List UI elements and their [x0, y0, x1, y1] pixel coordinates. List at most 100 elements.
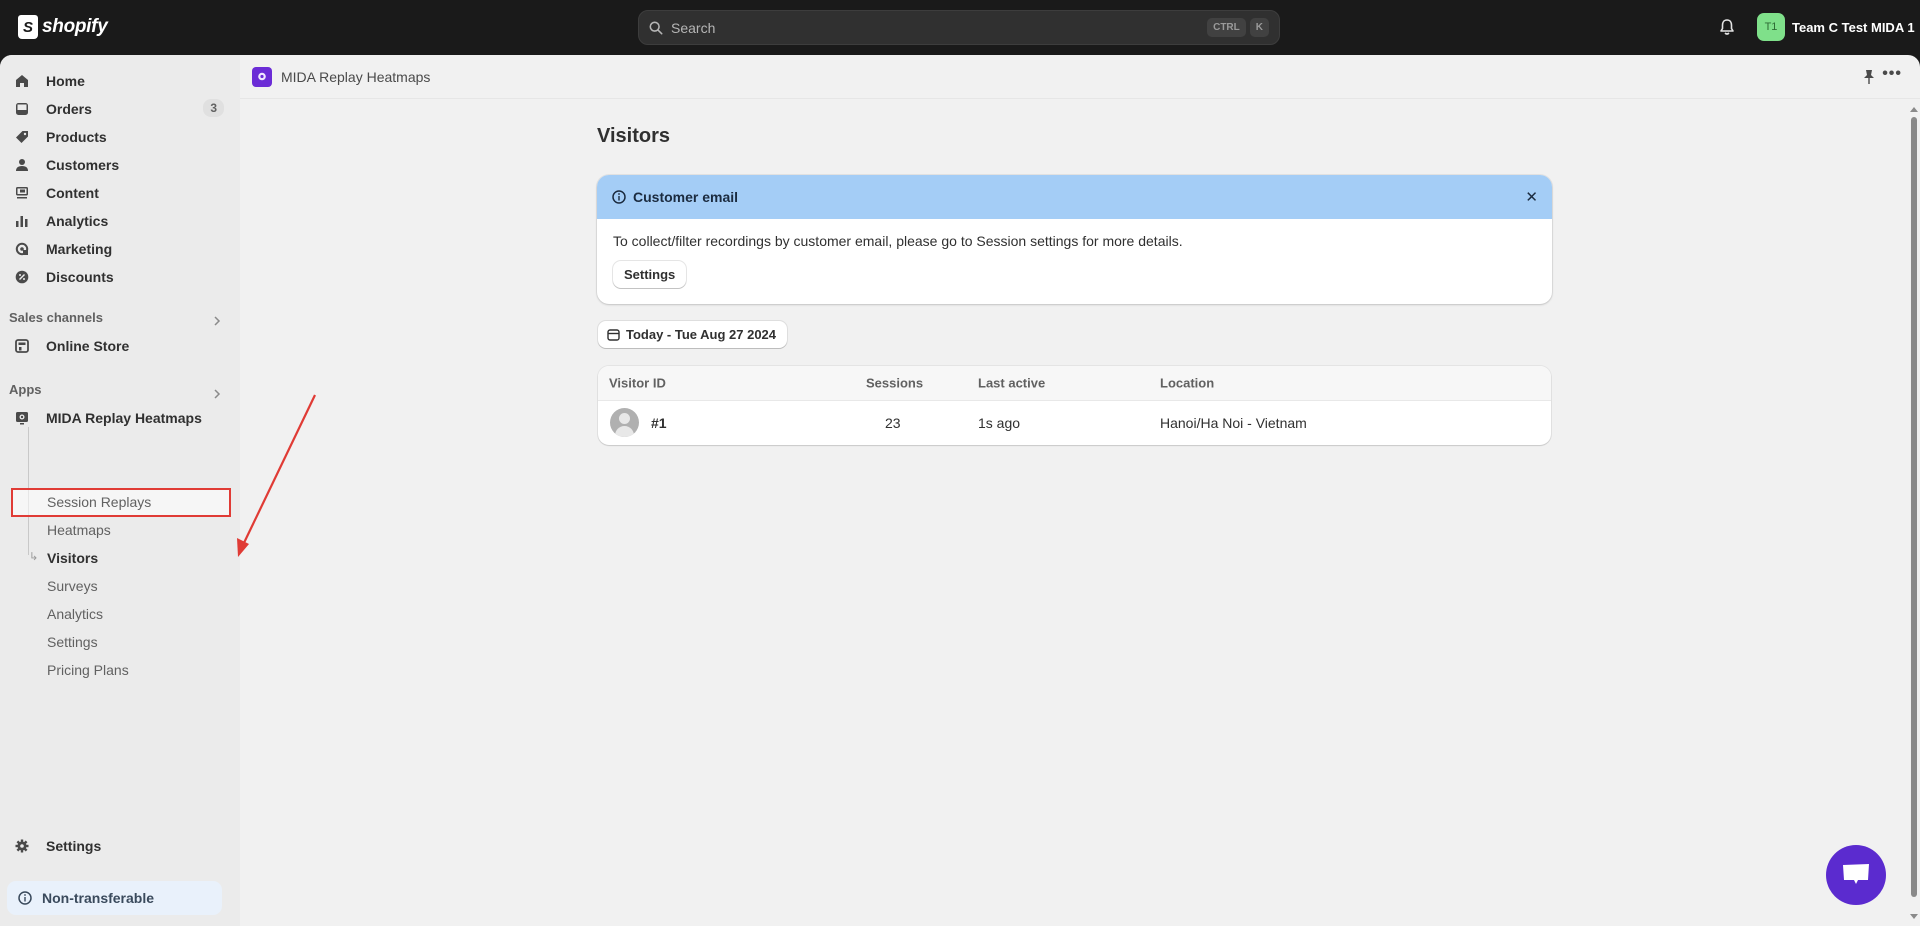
sidebar-item-label: Settings [46, 838, 102, 854]
top-bar: S shopify CTRL K T1 Team C Test MIDA 1 [0, 0, 1920, 55]
sidebar-item-settings[interactable]: Settings [14, 833, 224, 859]
page-scrollbar[interactable] [1910, 107, 1918, 919]
admin-frame: Home Orders 3 Products Customers Content… [0, 55, 1920, 926]
settings-button[interactable]: Settings [613, 261, 687, 288]
visitor-id[interactable]: #1 [651, 415, 667, 431]
sidebar-item-online-store[interactable]: Online Store [14, 333, 224, 359]
apps-heading[interactable]: Apps [9, 382, 42, 397]
sidebar-item-label: Orders [46, 101, 92, 117]
sidebar-item-label: Content [46, 185, 99, 201]
page-title: Visitors [597, 125, 670, 147]
visitors-table: Visitor ID Sessions Last active Location… [598, 366, 1551, 445]
tree-arrow-icon: ↳ [29, 551, 39, 563]
sidebar-item-label: Marketing [46, 241, 113, 257]
shortcut-key-k: K [1249, 18, 1269, 37]
search-bar[interactable]: CTRL K [638, 10, 1280, 45]
sidebar-subitem-pricing-plans[interactable]: Pricing Plans [47, 662, 129, 678]
account-avatar: T1 [1757, 13, 1785, 41]
sidebar-item-discounts[interactable]: Discounts [14, 264, 224, 290]
sidebar-item-home[interactable]: Home [14, 68, 224, 94]
calendar-icon [607, 329, 620, 341]
visitor-sessions: 23 [885, 415, 901, 431]
app-header: MIDA Replay Heatmaps ••• [240, 55, 1920, 99]
sidebar-subitem-analytics[interactable]: Analytics [47, 606, 103, 622]
column-header-sessions[interactable]: Sessions [866, 376, 923, 391]
more-actions-button[interactable]: ••• [1882, 65, 1902, 83]
discount-icon [14, 269, 30, 285]
sidebar-item-customers[interactable]: Customers [14, 152, 224, 178]
sidebar-item-analytics[interactable]: Analytics [14, 208, 224, 234]
sidebar-item-label: Online Store [46, 338, 130, 354]
column-header-location[interactable]: Location [1160, 376, 1214, 391]
banner-title: Customer email [633, 189, 739, 205]
gear-icon [14, 838, 30, 854]
person-icon [14, 157, 30, 173]
info-icon [612, 190, 626, 204]
chevron-right-icon[interactable] [212, 389, 222, 399]
annotation-arrow [237, 394, 316, 557]
sidebar-item-orders[interactable]: Orders 3 [14, 96, 224, 122]
table-header: Visitor ID Sessions Last active Location [598, 366, 1551, 401]
sidebar-subitem-settings[interactable]: Settings [47, 634, 98, 650]
banner-body: To collect/filter recordings by customer… [597, 219, 1552, 302]
sidebar-item-marketing[interactable]: Marketing [14, 236, 224, 262]
sidebar-item-label: Products [46, 129, 107, 145]
brand-name: shopify [42, 16, 108, 37]
content-icon [14, 185, 30, 201]
account-name: Team C Test MIDA 1 [1792, 19, 1915, 35]
pin-icon[interactable] [1862, 69, 1876, 85]
chat-bubble-icon [1843, 864, 1869, 884]
target-icon [14, 241, 30, 257]
orders-icon [14, 101, 30, 117]
app-title: MIDA Replay Heatmaps [281, 68, 431, 85]
shortcut-key-ctrl: CTRL [1207, 18, 1246, 37]
scroll-down-icon[interactable] [1910, 914, 1918, 919]
chat-button[interactable] [1826, 845, 1886, 905]
scroll-up-icon[interactable] [1910, 107, 1918, 112]
sidebar-item-label: Analytics [46, 213, 109, 229]
bell-icon[interactable] [1717, 17, 1737, 37]
sidebar-subitem-visitors[interactable]: Visitors [47, 550, 98, 566]
sidebar-subitem-session-replays[interactable]: Session Replays [47, 494, 151, 510]
account-menu[interactable]: T1 Team C Test MIDA 1 [1757, 13, 1915, 41]
search-icon [649, 21, 663, 34]
mida-app-logo-icon [252, 66, 272, 87]
sales-channels-heading[interactable]: Sales channels [9, 310, 103, 325]
non-transferable-badge[interactable]: Non-transferable [7, 881, 222, 915]
close-icon[interactable]: ✕ [1525, 188, 1538, 206]
orders-count-badge: 3 [203, 99, 224, 117]
sidebar-subitem-heatmaps[interactable]: Heatmaps [47, 522, 111, 538]
non-transferable-label: Non-transferable [42, 890, 155, 906]
mida-app-icon [14, 410, 30, 426]
chevron-right-icon[interactable] [212, 316, 222, 326]
sidebar: Home Orders 3 Products Customers Content… [0, 55, 240, 926]
date-range-picker[interactable]: Today - Tue Aug 27 2024 [598, 321, 788, 348]
sidebar-item-label: MIDA Replay Heatmaps [46, 410, 202, 426]
info-icon [18, 891, 32, 905]
sidebar-item-label: Customers [46, 157, 120, 173]
home-icon [14, 73, 30, 89]
shopify-bag-icon: S [18, 15, 38, 39]
shopify-logo[interactable]: S shopify [18, 15, 108, 39]
sidebar-subitem-surveys[interactable]: Surveys [47, 578, 98, 594]
visitor-last-active: 1s ago [978, 415, 1021, 431]
sidebar-item-content[interactable]: Content [14, 180, 224, 206]
scrollbar-thumb[interactable] [1911, 117, 1917, 897]
sidebar-item-products[interactable]: Products [14, 124, 224, 150]
customer-email-banner: Customer email ✕ To collect/filter recor… [597, 175, 1552, 304]
sidebar-item-label: Discounts [46, 269, 114, 285]
search-input[interactable] [671, 19, 1204, 36]
column-header-visitor-id[interactable]: Visitor ID [609, 376, 666, 391]
sidebar-item-label: Home [46, 73, 85, 89]
visitor-location: Hanoi/Ha Noi - Vietnam [1160, 415, 1307, 431]
banner-header: Customer email [597, 175, 1552, 219]
banner-message: To collect/filter recordings by customer… [613, 233, 1183, 249]
table-row[interactable]: #1 23 1s ago Hanoi/Ha Noi - Vietnam [598, 401, 1551, 445]
bar-chart-icon [14, 213, 30, 229]
visitor-avatar-icon [610, 408, 639, 437]
sidebar-item-mida-app[interactable]: MIDA Replay Heatmaps [14, 405, 224, 431]
column-header-last-active[interactable]: Last active [978, 376, 1045, 391]
store-icon [14, 338, 30, 354]
date-range-label: Today - Tue Aug 27 2024 [626, 327, 777, 342]
tag-icon [14, 129, 30, 145]
